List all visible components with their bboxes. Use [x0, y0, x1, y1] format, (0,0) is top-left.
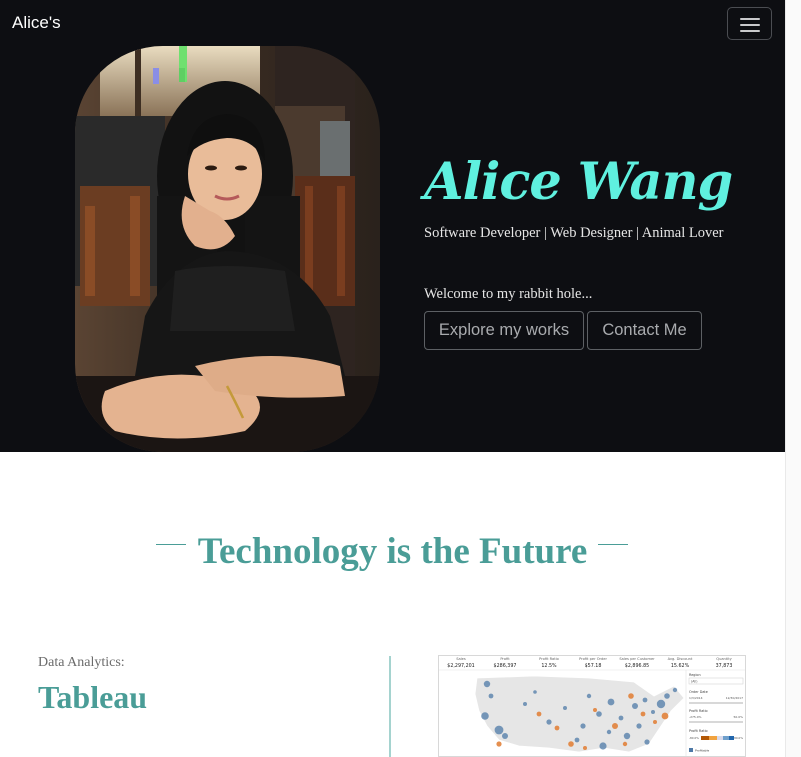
project-divider: [389, 656, 391, 757]
kpi-value: $2,896.85: [625, 663, 649, 669]
menu-bar-line: [740, 18, 760, 20]
legend-item: Profitable: [695, 749, 709, 753]
filter-value: (All): [691, 680, 697, 684]
kpi-value: 15.62%: [671, 663, 690, 669]
kpi-label: Avg. Discount: [668, 657, 693, 661]
filter-value: 50.0%: [733, 715, 743, 719]
project-category-label: Data Analytics:: [38, 655, 125, 670]
kpi-label: Profit Ratio: [539, 657, 559, 661]
title-rule-right: [598, 544, 628, 545]
kpi-label: Profit per Order: [579, 657, 607, 661]
page: Alice's Alice Wang Software Developer | …: [0, 0, 785, 757]
hero-welcome: Welcome to my rabbit hole...: [424, 286, 593, 302]
kpi-label: Quantity: [716, 657, 732, 661]
kpi-value: 37,873: [716, 663, 733, 669]
kpi-strip: Sales $2,297,201 Profit $286,397 Profit …: [447, 657, 732, 669]
kpi-label: Sales per Customer: [619, 657, 655, 661]
profile-photo: [75, 46, 380, 452]
kpi-label: Profit: [500, 657, 510, 661]
project-title[interactable]: Tableau: [38, 679, 147, 716]
brand-link[interactable]: Alice's: [12, 13, 61, 33]
section-title: Technology is the Future: [197, 531, 588, 572]
page-scrollbar[interactable]: [785, 0, 801, 757]
kpi-value: $2,297,201: [447, 663, 474, 669]
tableau-dashboard-preview[interactable]: Sales $2,297,201 Profit $286,397 Profit …: [438, 655, 746, 757]
navbar: Alice's: [0, 0, 785, 46]
filter-label: Profit Ratio: [689, 709, 708, 713]
filter-value: 12/30/2017: [726, 696, 743, 700]
kpi-value: $57.18: [585, 663, 602, 669]
kpi-value: 12.5%: [541, 663, 557, 669]
contact-me-button[interactable]: Contact Me: [587, 311, 702, 350]
kpi-value: $286,397: [494, 663, 517, 669]
color-scale-label: -80.0%: [689, 736, 699, 740]
menu-bar-line: [740, 24, 760, 26]
color-scale-label: 80.0%: [734, 736, 743, 740]
filter-panel: Region (All) Order Date 1/3/2014 12/30/2…: [685, 670, 743, 756]
menu-bar-line: [740, 30, 760, 32]
us-sales-map: [474, 675, 685, 753]
hero-section: Alice Wang Software Developer | Web Desi…: [0, 46, 785, 452]
hero-tagline: Software Developer | Web Designer | Anim…: [424, 225, 724, 241]
kpi-label: Sales: [456, 657, 466, 661]
hero-name: Alice Wang: [424, 152, 733, 212]
filter-label: Profit Ratio: [689, 729, 708, 733]
explore-works-button[interactable]: Explore my works: [424, 311, 584, 350]
hamburger-menu-icon[interactable]: [727, 7, 772, 40]
filter-value: -275.0%: [689, 715, 702, 719]
filter-label: Region: [689, 673, 701, 677]
filter-label: Order Date: [689, 690, 708, 694]
filter-value: 1/3/2014: [689, 696, 703, 700]
